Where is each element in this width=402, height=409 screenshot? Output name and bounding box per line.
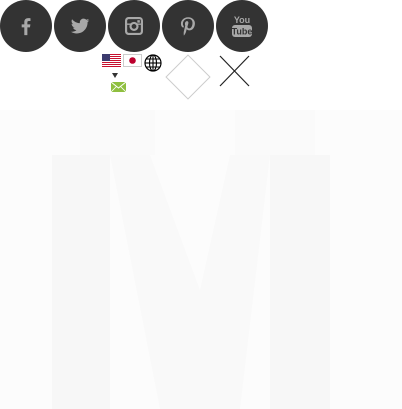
hero-banner (0, 110, 402, 409)
youtube-icon: You Tube (232, 15, 253, 37)
social-links-bar: You Tube (0, 0, 270, 52)
language-switcher (102, 54, 164, 94)
dropdown-arrow-icon[interactable] (112, 73, 118, 78)
japan-flag-icon[interactable] (123, 54, 142, 67)
twitter-button[interactable] (54, 0, 106, 52)
facebook-icon (21, 18, 31, 36)
pinterest-button[interactable] (162, 0, 214, 52)
twitter-icon (70, 18, 90, 34)
pinterest-icon (180, 17, 195, 36)
instagram-button[interactable] (108, 0, 160, 52)
youtube-logo-text-top: You (234, 15, 250, 25)
youtube-button[interactable]: You Tube (216, 0, 268, 52)
facebook-button[interactable] (0, 0, 52, 52)
instagram-icon (125, 17, 143, 35)
us-flag-icon[interactable] (102, 54, 121, 67)
youtube-logo-text-bottom: Tube (232, 27, 253, 37)
globe-icon[interactable] (144, 54, 162, 72)
diamond-icon[interactable] (165, 54, 211, 100)
hero-watermark-graphic (0, 110, 402, 409)
close-icon[interactable] (218, 55, 251, 87)
mail-icon[interactable] (111, 82, 126, 92)
